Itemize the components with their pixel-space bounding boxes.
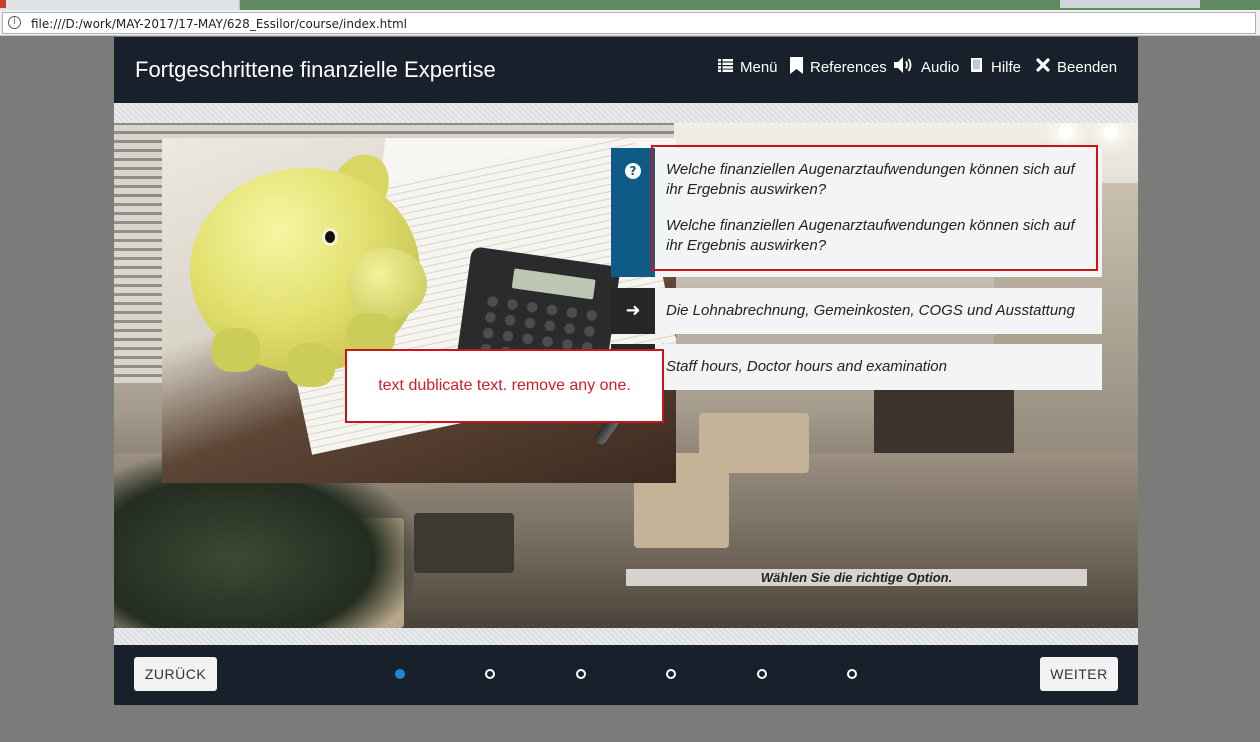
bookmark-icon — [790, 56, 803, 80]
list-icon — [718, 58, 733, 78]
browser-tab-strip — [0, 0, 1260, 10]
page-dot-2[interactable] — [485, 669, 495, 679]
question-text: Welche finanziellen Augenarztaufwendunge… — [666, 161, 1075, 198]
question-panel: Welche finanziellen Augenarztaufwendunge… — [655, 148, 1102, 277]
ceiling-light — [1059, 125, 1073, 139]
nav-exit-button[interactable]: Beenden — [1036, 58, 1117, 78]
piggy-bank-photo — [162, 138, 676, 483]
next-button[interactable]: WEITER — [1040, 657, 1118, 691]
nav-references-label: References — [810, 59, 887, 76]
footer-divider — [114, 628, 1138, 645]
tab-favicon — [0, 0, 6, 8]
page-dot-4[interactable] — [666, 669, 676, 679]
page-dot-3[interactable] — [576, 669, 586, 679]
answer-option-2[interactable]: ➜ Staff hours, Doctor hours and examinat… — [611, 344, 1102, 390]
piggy-snout — [347, 248, 427, 320]
nav-audio-label: Audio — [921, 59, 960, 76]
calculator-screen — [511, 268, 596, 300]
arrow-right-icon: ➜ — [611, 288, 655, 334]
question-icon: ? — [625, 163, 641, 179]
back-button[interactable]: ZURÜCK — [134, 657, 217, 691]
piggy-eye — [322, 228, 338, 246]
header-divider — [114, 103, 1138, 123]
url-field[interactable]: i file:///D:/work/MAY-2017/17-MAY/628_Es… — [2, 12, 1256, 34]
browser-tab[interactable] — [0, 0, 240, 10]
course-player: Fortgeschrittene finanzielle Expertise M… — [114, 37, 1138, 705]
nav-help-label: Hilfe — [991, 59, 1022, 76]
instruction-text: Wählen Sie die richtige Option. — [626, 569, 1087, 586]
page-dot-1[interactable] — [395, 669, 405, 679]
page-dot-6[interactable] — [847, 669, 857, 679]
answer-option-1[interactable]: ➜ Die Lohnabrechnung, Gemeinkosten, COGS… — [611, 288, 1102, 334]
page-dot-5[interactable] — [757, 669, 767, 679]
ceiling-light — [1104, 125, 1118, 139]
close-icon — [1036, 58, 1050, 78]
side-table — [414, 513, 514, 573]
course-title: Fortgeschrittene finanzielle Expertise — [135, 57, 496, 82]
question-text-duplicate: Welche finanziellen Augenarztaufwendunge… — [666, 217, 1075, 254]
nav-menu-label: Menü — [740, 59, 778, 76]
nav-audio-button[interactable]: Audio — [894, 57, 960, 79]
info-icon[interactable]: i — [8, 16, 21, 29]
course-header: Fortgeschrittene finanzielle Expertise M… — [114, 37, 1138, 103]
piggy-leg — [287, 343, 335, 387]
answer-option-label: Die Lohnabrechnung, Gemeinkosten, COGS u… — [655, 288, 1102, 334]
answer-option-label: Staff hours, Doctor hours and examinatio… — [655, 344, 1102, 390]
nav-exit-label: Beenden — [1057, 59, 1118, 76]
speaker-icon — [894, 57, 914, 79]
nav-menu-button[interactable]: Menü — [718, 58, 778, 78]
nav-help-button[interactable]: Hilfe — [970, 58, 1021, 78]
piggy-leg — [212, 328, 260, 372]
address-bar: i file:///D:/work/MAY-2017/17-MAY/628_Es… — [0, 10, 1260, 36]
url-text[interactable]: file:///D:/work/MAY-2017/17-MAY/628_Essi… — [31, 16, 407, 32]
course-footer: ZURÜCK WEITER — [114, 645, 1138, 705]
review-comment-box: text dublicate text. remove any one. — [345, 349, 664, 423]
book-icon — [970, 57, 984, 79]
window-controls — [1060, 0, 1200, 8]
nav-references-button[interactable]: References — [790, 56, 887, 80]
question-badge: ? — [611, 148, 655, 277]
